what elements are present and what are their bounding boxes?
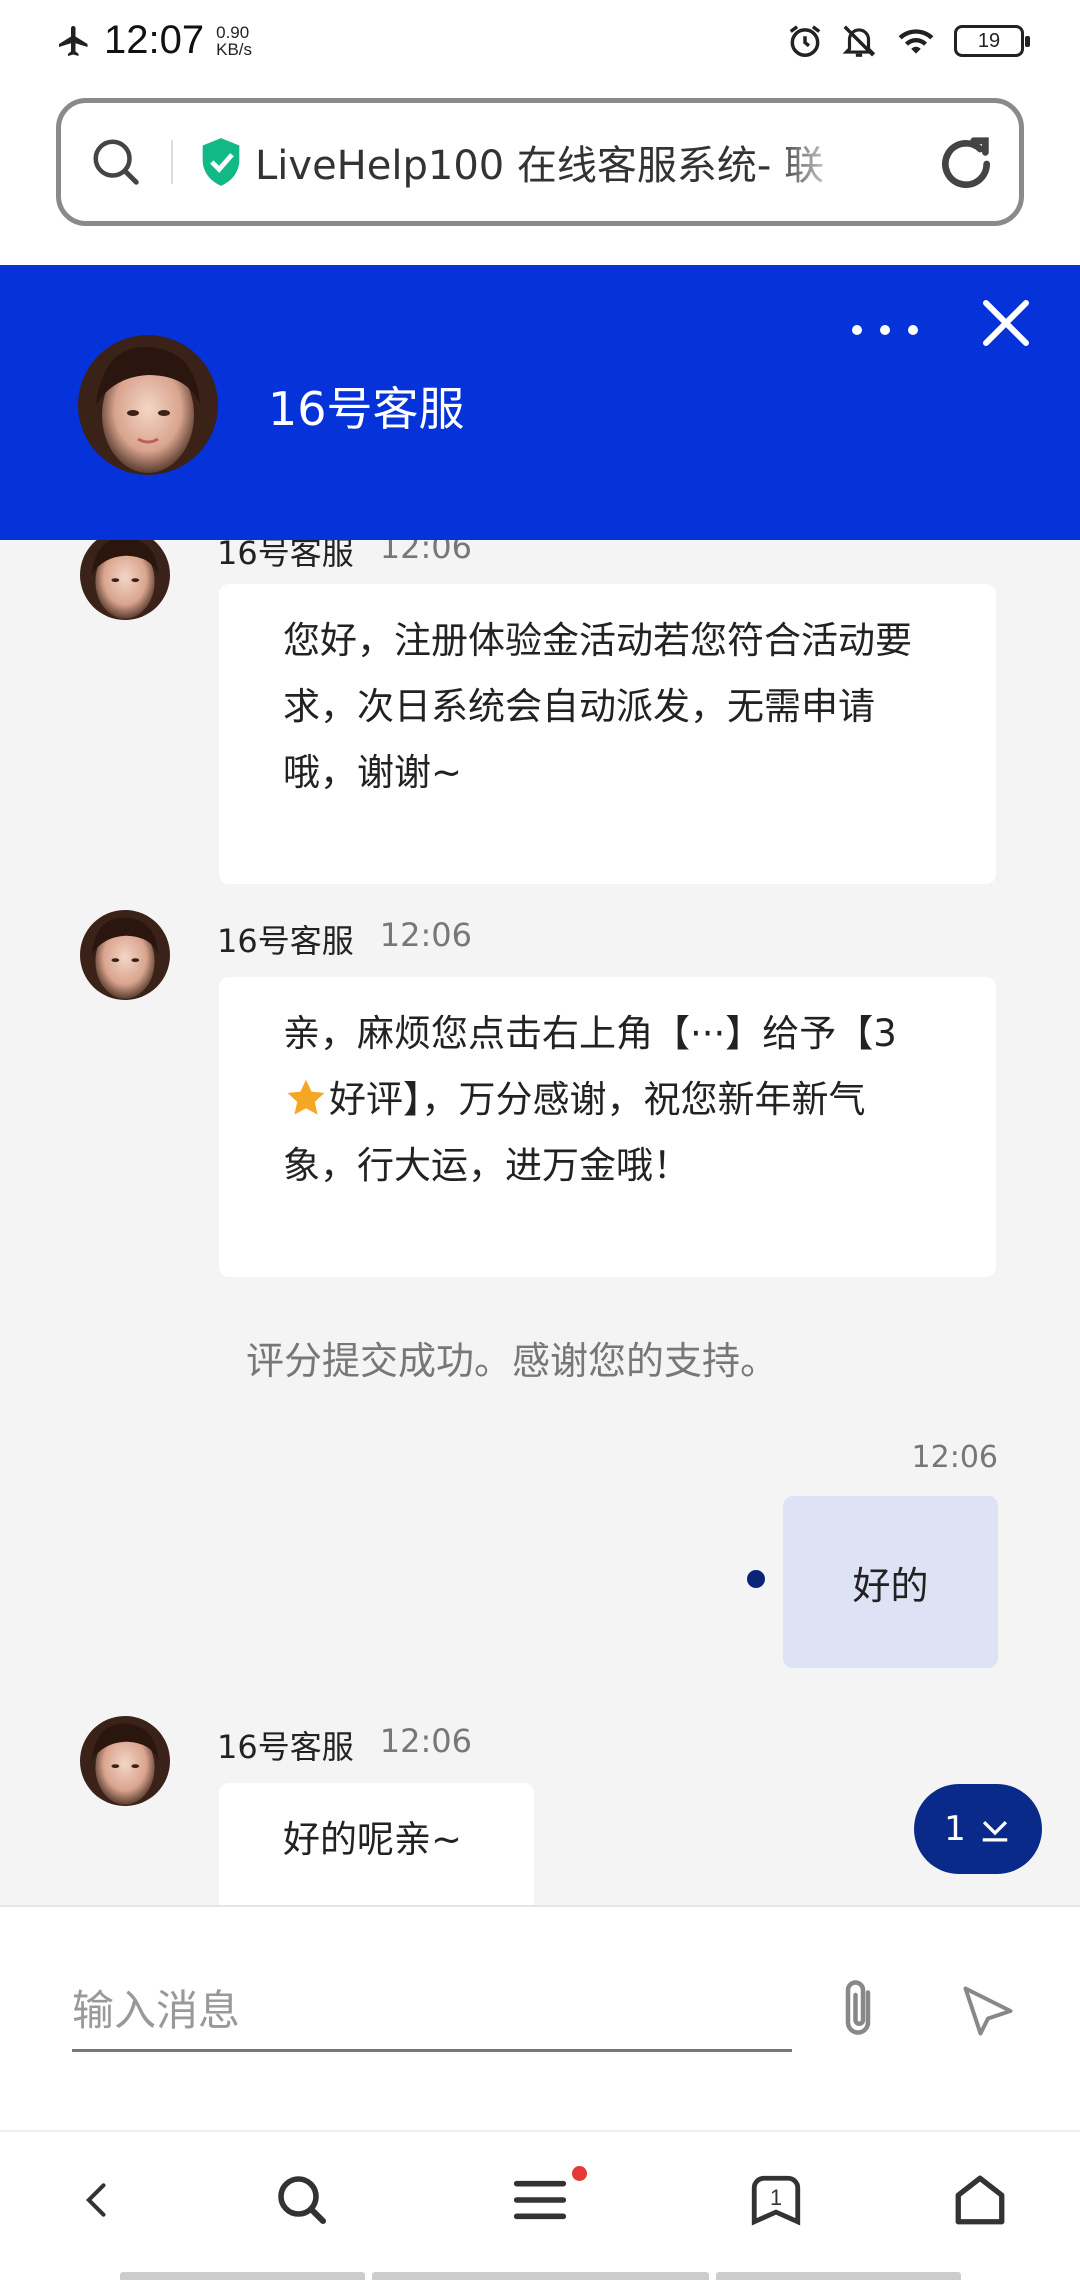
back-button[interactable] <box>58 2160 138 2240</box>
agent-name: 16号客服 <box>268 382 465 436</box>
search-icon <box>278 2176 327 2225</box>
unread-count: 1 <box>944 1809 966 1849</box>
wifi-icon <box>898 29 934 54</box>
notification-dot <box>572 2166 587 2181</box>
gesture-bar <box>372 2272 709 2280</box>
battery-icon: 19 <box>954 25 1030 57</box>
send-icon[interactable] <box>958 1981 1018 2041</box>
system-message: 评分提交成功。感谢您的支持。 <box>246 1339 779 1383</box>
bell-off-icon <box>842 25 876 57</box>
message-avatar <box>80 540 170 620</box>
shield-check-icon <box>202 138 240 186</box>
chat-header: 16号客服 <box>0 265 1080 540</box>
menu-icon <box>513 2180 567 2220</box>
message-bubble: 您好，注册体验金活动若您符合活动要求，次日系统会自动派发，无需申请哦，谢谢~ <box>219 584 996 884</box>
tabs-icon: 1 <box>751 2175 801 2226</box>
close-icon[interactable] <box>976 293 1036 353</box>
svg-text:1: 1 <box>770 2185 782 2210</box>
network-speed: 0.90 KB/s <box>216 22 253 59</box>
search-icon <box>93 139 139 185</box>
airplane-icon <box>59 25 88 56</box>
composer <box>0 1905 1080 2130</box>
status-time: 12:07 <box>104 18 205 62</box>
chevron-down-icon <box>982 1821 1008 1842</box>
gesture-bar <box>120 2272 365 2280</box>
tabs-button[interactable]: 1 <box>736 2160 816 2240</box>
alarm-icon <box>789 25 821 57</box>
message-avatar <box>80 910 170 1000</box>
address-bar[interactable]: LiveHelp100 在线客服系统- 联 <box>56 98 1024 226</box>
outgoing-time: 12:06 <box>911 1440 998 1475</box>
message-meta: 16号客服 12:06 <box>217 540 472 572</box>
star-icon <box>287 1079 325 1115</box>
more-button[interactable] <box>852 310 918 350</box>
message-input[interactable] <box>72 1972 792 2052</box>
scroll-to-new-button[interactable]: 1 <box>914 1784 1042 1874</box>
page-title[interactable]: LiveHelp100 在线客服系统- 联 <box>255 133 845 191</box>
home-icon <box>955 2175 1005 2225</box>
message-meta: 16号客服 12:06 <box>217 1722 472 1766</box>
back-icon <box>85 2183 106 2217</box>
outgoing-bubble: 好的 <box>783 1496 998 1668</box>
search-nav-button[interactable] <box>262 2160 342 2240</box>
paperclip-icon[interactable] <box>830 1975 886 2045</box>
bottom-navigation: 1 <box>0 2130 1080 2280</box>
read-indicator <box>747 1570 765 1588</box>
status-bar: 12:07 0.90 KB/s 19 <box>0 0 1080 90</box>
more-icon <box>852 325 862 335</box>
message-meta: 16号客服 12:06 <box>217 916 472 960</box>
reload-icon[interactable] <box>935 133 997 195</box>
home-button[interactable] <box>940 2160 1020 2240</box>
chat-messages[interactable]: 16号客服 12:06 您好，注册体验金活动若您符合活动要求，次日系统会自动派发，… <box>0 540 1080 1905</box>
menu-button[interactable] <box>500 2160 587 2240</box>
message-bubble: 亲，麻烦您点击右上角【···】给予【3好评】，万分感谢，祝您新年新气象，行大运，… <box>219 977 996 1277</box>
divider <box>171 140 173 184</box>
gesture-bar <box>716 2272 961 2280</box>
message-avatar <box>80 1716 170 1806</box>
search-button[interactable] <box>61 103 171 221</box>
agent-avatar <box>78 335 218 475</box>
message-bubble: 好的呢亲~ <box>219 1783 534 1905</box>
